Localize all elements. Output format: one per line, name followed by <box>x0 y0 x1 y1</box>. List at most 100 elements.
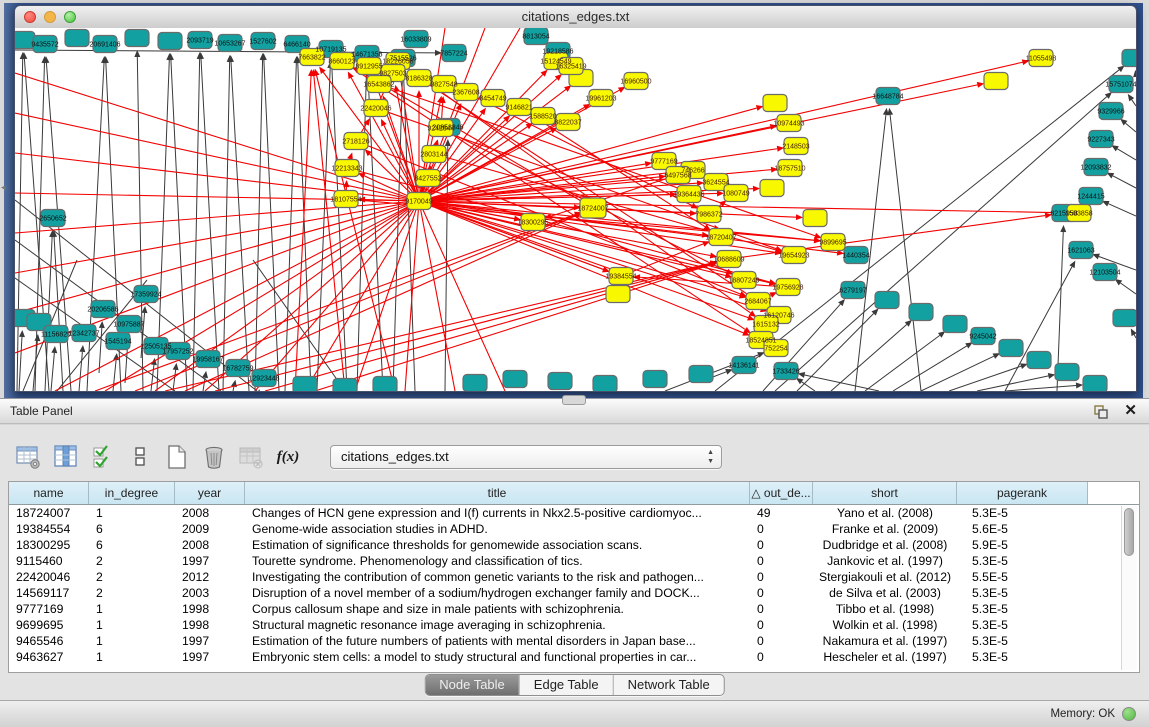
table-cell[interactable]: Genome-wide association studies in ADHD. <box>245 521 750 537</box>
table-cell[interactable]: 0 <box>750 537 813 553</box>
table-cell[interactable]: Estimation of significance thresholds fo… <box>245 537 750 553</box>
table-row[interactable]: 911546021997Tourette syndrome. Phenomeno… <box>9 553 1139 569</box>
graph-node[interactable] <box>158 33 182 50</box>
table-cell[interactable]: 5.3E-5 <box>957 633 1088 649</box>
table-cell[interactable]: 1 <box>89 633 175 649</box>
graph-node[interactable] <box>125 30 149 47</box>
graph-node[interactable] <box>909 304 933 321</box>
table-cell[interactable]: 2008 <box>175 505 245 521</box>
table-cell[interactable]: 1997 <box>175 553 245 569</box>
table-options-button[interactable] <box>16 444 42 470</box>
float-panel-button[interactable] <box>1093 404 1109 420</box>
table-cell[interactable]: Estimation of the future numbers of pati… <box>245 633 750 649</box>
graph-node[interactable] <box>593 376 617 392</box>
table-cell[interactable]: 19384554 <box>9 521 89 537</box>
column-header-short[interactable]: short <box>813 482 957 504</box>
table-cell[interactable]: 1 <box>89 617 175 633</box>
scrollbar-thumb[interactable] <box>1124 508 1134 556</box>
graph-node[interactable] <box>606 286 630 303</box>
network-canvas[interactable]: 9435572206914062093719106532671527602646… <box>15 28 1136 391</box>
graph-node[interactable] <box>293 377 317 392</box>
table-cell[interactable]: 49 <box>750 505 813 521</box>
table-cell[interactable]: 5.3E-5 <box>957 649 1088 665</box>
graph-node[interactable] <box>803 210 827 227</box>
graph-node[interactable] <box>1027 352 1051 369</box>
tab-network-table[interactable]: Network Table <box>614 675 724 695</box>
table-cell[interactable]: Nakamura et al. (1997) <box>813 633 957 649</box>
table-cell[interactable]: Stergiakouli et al. (2012) <box>813 569 957 585</box>
table-cell[interactable]: 1 <box>89 649 175 665</box>
graph-node[interactable] <box>1055 364 1079 381</box>
graph-node[interactable] <box>943 316 967 333</box>
table-cell[interactable]: Embryonic stem cells: a model to study s… <box>245 649 750 665</box>
table-cell[interactable]: 6 <box>89 521 175 537</box>
table-row[interactable]: 1456911722003Disruption of a novel membe… <box>9 585 1139 601</box>
graph-node[interactable] <box>760 180 784 197</box>
table-cell[interactable]: 2 <box>89 569 175 585</box>
table-cell[interactable]: 5.3E-5 <box>957 601 1088 617</box>
graph-node[interactable] <box>333 379 357 392</box>
graph-node[interactable] <box>763 95 787 112</box>
table-source-combobox[interactable]: citations_edges.txt ▲▼ <box>330 445 722 469</box>
table-cell[interactable]: 9777169 <box>9 601 89 617</box>
table-cell[interactable]: 6 <box>89 537 175 553</box>
table-cell[interactable]: Franke et al. (2009) <box>813 521 957 537</box>
table-cell[interactable]: 9463627 <box>9 649 89 665</box>
table-cell[interactable]: 1998 <box>175 617 245 633</box>
table-row[interactable]: 946362711997Embryonic stem cells: a mode… <box>9 649 1139 665</box>
table-cell[interactable]: 0 <box>750 585 813 601</box>
table-cell[interactable]: 1 <box>89 505 175 521</box>
panel-resize-grip[interactable] <box>562 395 586 405</box>
show-column-button[interactable] <box>53 444 79 470</box>
table-cell[interactable]: 0 <box>750 521 813 537</box>
table-scrollbar[interactable] <box>1121 506 1137 670</box>
graph-node[interactable] <box>463 375 487 392</box>
table-cell[interactable]: Dudbridge et al. (2008) <box>813 537 957 553</box>
table-row[interactable]: 2242004622012Investigating the contribut… <box>9 569 1139 585</box>
panel-collapse-arrow-icon[interactable]: ◂ <box>1 182 6 193</box>
table-cell[interactable]: Tibbo et al. (1998) <box>813 601 957 617</box>
tab-node-table[interactable]: Node Table <box>425 675 520 695</box>
table-cell[interactable]: 5.3E-5 <box>957 617 1088 633</box>
graph-node[interactable] <box>643 371 667 388</box>
table-cell[interactable]: 0 <box>750 633 813 649</box>
table-cell[interactable]: 5.5E-5 <box>957 569 1088 585</box>
table-cell[interactable]: 5.9E-5 <box>957 537 1088 553</box>
table-cell[interactable]: Hescheler et al. (1997) <box>813 649 957 665</box>
table-cell[interactable]: Yano et al. (2008) <box>813 505 957 521</box>
table-cell[interactable]: 9699695 <box>9 617 89 633</box>
table-cell[interactable]: 2008 <box>175 537 245 553</box>
graph-node[interactable] <box>548 373 572 390</box>
column-header-in_degree[interactable]: in_degree <box>89 482 175 504</box>
table-cell[interactable]: 1 <box>89 601 175 617</box>
table-cell[interactable]: 1998 <box>175 601 245 617</box>
table-cell[interactable]: Changes of HCN gene expression and I(f) … <box>245 505 750 521</box>
table-cell[interactable]: 2009 <box>175 521 245 537</box>
column-header-out_de[interactable]: △ out_de... <box>750 482 813 504</box>
table-cell[interactable]: 5.6E-5 <box>957 521 1088 537</box>
citation-network-graph[interactable]: 9435572206914062093719106532671527602646… <box>15 28 1136 391</box>
table-cell[interactable]: Investigating the contribution of common… <box>245 569 750 585</box>
table-cell[interactable]: Tourette syndrome. Phenomenology and cla… <box>245 553 750 569</box>
table-cell[interactable]: 0 <box>750 569 813 585</box>
table-row[interactable]: 1938455462009Genome-wide association stu… <box>9 521 1139 537</box>
table-cell[interactable]: de Silva et al. (2003) <box>813 585 957 601</box>
select-all-columns-button[interactable] <box>90 444 116 470</box>
table-cell[interactable]: 22420046 <box>9 569 89 585</box>
graph-node[interactable] <box>1113 310 1136 327</box>
graph-node[interactable] <box>503 371 527 388</box>
table-cell[interactable]: 14569117 <box>9 585 89 601</box>
table-cell[interactable]: 2 <box>89 553 175 569</box>
graph-node[interactable] <box>1122 50 1136 67</box>
table-cell[interactable]: Wolkin et al. (1998) <box>813 617 957 633</box>
graph-node[interactable] <box>65 30 89 47</box>
table-row[interactable]: 1872400712008Changes of HCN gene express… <box>9 505 1139 521</box>
column-header-name[interactable]: name <box>9 482 89 504</box>
table-cell[interactable]: 0 <box>750 649 813 665</box>
row-height-button[interactable] <box>127 444 153 470</box>
graph-node[interactable] <box>875 292 899 309</box>
table-cell[interactable]: Corpus callosum shape and size in male p… <box>245 601 750 617</box>
table-cell[interactable]: 2003 <box>175 585 245 601</box>
window-titlebar[interactable]: citations_edges.txt <box>15 6 1136 29</box>
table-row[interactable]: 946554611997Estimation of the future num… <box>9 633 1139 649</box>
